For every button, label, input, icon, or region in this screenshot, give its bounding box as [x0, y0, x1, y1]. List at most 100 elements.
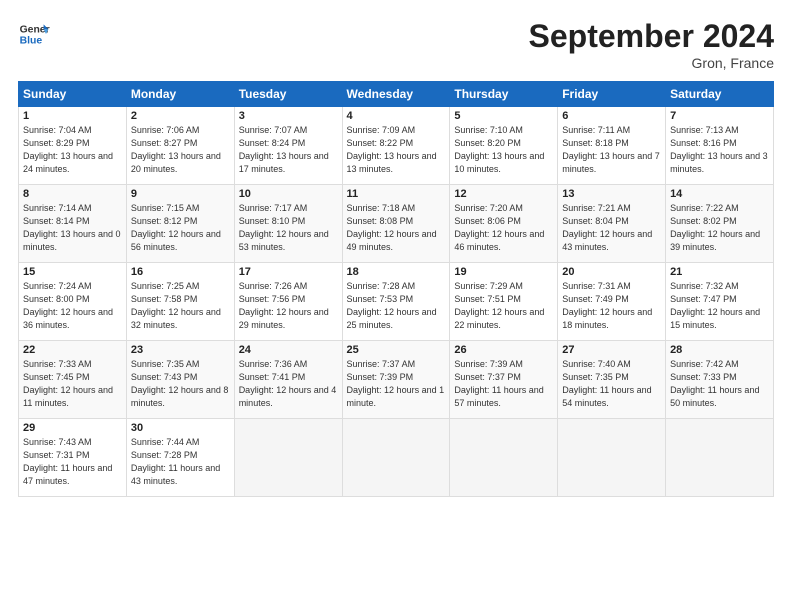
day-number: 13 [562, 188, 661, 200]
day-info: Sunrise: 7:17 AMSunset: 8:10 PMDaylight:… [239, 202, 338, 254]
day-info: Sunrise: 7:32 AMSunset: 7:47 PMDaylight:… [670, 280, 769, 332]
col-friday: Friday [558, 82, 666, 107]
day-number: 8 [23, 188, 122, 200]
day-info: Sunrise: 7:24 AMSunset: 8:00 PMDaylight:… [23, 280, 122, 332]
day-number: 1 [23, 110, 122, 122]
day-number: 10 [239, 188, 338, 200]
calendar-cell [558, 419, 666, 497]
svg-text:Blue: Blue [20, 36, 43, 47]
day-info: Sunrise: 7:44 AMSunset: 7:28 PMDaylight:… [131, 436, 230, 488]
calendar-week-3: 22 Sunrise: 7:33 AMSunset: 7:45 PMDayligh… [19, 341, 774, 419]
day-number: 15 [23, 266, 122, 278]
day-number: 23 [131, 344, 230, 356]
calendar-week-2: 15 Sunrise: 7:24 AMSunset: 8:00 PMDayligh… [19, 263, 774, 341]
day-info: Sunrise: 7:10 AMSunset: 8:20 PMDaylight:… [454, 124, 553, 176]
calendar-cell: 3 Sunrise: 7:07 AMSunset: 8:24 PMDaylight… [234, 107, 342, 185]
day-number: 4 [347, 110, 446, 122]
month-title: September 2024 [529, 18, 774, 55]
day-number: 22 [23, 344, 122, 356]
day-info: Sunrise: 7:22 AMSunset: 8:02 PMDaylight:… [670, 202, 769, 254]
day-number: 30 [131, 422, 230, 434]
calendar-cell: 29Sunrise: 7:43 AMSunset: 7:31 PMDayligh… [19, 419, 127, 497]
calendar-week-4: 29Sunrise: 7:43 AMSunset: 7:31 PMDayligh… [19, 419, 774, 497]
day-info: Sunrise: 7:42 AMSunset: 7:33 PMDaylight:… [670, 358, 769, 410]
day-number: 6 [562, 110, 661, 122]
calendar-week-1: 8 Sunrise: 7:14 AMSunset: 8:14 PMDaylight… [19, 185, 774, 263]
day-number: 16 [131, 266, 230, 278]
day-info: Sunrise: 7:28 AMSunset: 7:53 PMDaylight:… [347, 280, 446, 332]
col-tuesday: Tuesday [234, 82, 342, 107]
day-info: Sunrise: 7:09 AMSunset: 8:22 PMDaylight:… [347, 124, 446, 176]
header-row: Sunday Monday Tuesday Wednesday Thursday… [19, 82, 774, 107]
day-info: Sunrise: 7:15 AMSunset: 8:12 PMDaylight:… [131, 202, 230, 254]
day-number: 18 [347, 266, 446, 278]
title-block: September 2024 Gron, France [529, 18, 774, 71]
logo-icon: General Blue [18, 18, 50, 50]
day-number: 5 [454, 110, 553, 122]
day-number: 14 [670, 188, 769, 200]
day-info: Sunrise: 7:04 AMSunset: 8:29 PMDaylight:… [23, 124, 122, 176]
day-info: Sunrise: 7:37 AMSunset: 7:39 PMDaylight:… [347, 358, 446, 410]
day-number: 12 [454, 188, 553, 200]
day-info: Sunrise: 7:13 AMSunset: 8:16 PMDaylight:… [670, 124, 769, 176]
day-info: Sunrise: 7:14 AMSunset: 8:14 PMDaylight:… [23, 202, 122, 254]
day-number: 28 [670, 344, 769, 356]
day-number: 21 [670, 266, 769, 278]
day-number: 9 [131, 188, 230, 200]
calendar-cell: 28 Sunrise: 7:42 AMSunset: 7:33 PMDayligh… [666, 341, 774, 419]
calendar-page: General Blue September 2024 Gron, France… [0, 0, 792, 612]
day-number: 19 [454, 266, 553, 278]
logo: General Blue [18, 18, 50, 50]
calendar-cell: 9 Sunrise: 7:15 AMSunset: 8:12 PMDaylight… [126, 185, 234, 263]
calendar-week-0: 1 Sunrise: 7:04 AMSunset: 8:29 PMDaylight… [19, 107, 774, 185]
day-number: 20 [562, 266, 661, 278]
col-saturday: Saturday [666, 82, 774, 107]
calendar-cell: 16 Sunrise: 7:25 AMSunset: 7:58 PMDayligh… [126, 263, 234, 341]
col-sunday: Sunday [19, 82, 127, 107]
calendar-cell [234, 419, 342, 497]
day-number: 3 [239, 110, 338, 122]
calendar-cell: 26Sunrise: 7:39 AMSunset: 7:37 PMDayligh… [450, 341, 558, 419]
calendar-cell [342, 419, 450, 497]
calendar-cell: 30 Sunrise: 7:44 AMSunset: 7:28 PMDayligh… [126, 419, 234, 497]
header: General Blue September 2024 Gron, France [18, 18, 774, 71]
calendar-cell: 19 Sunrise: 7:29 AMSunset: 7:51 PMDayligh… [450, 263, 558, 341]
day-info: Sunrise: 7:18 AMSunset: 8:08 PMDaylight:… [347, 202, 446, 254]
day-info: Sunrise: 7:11 AMSunset: 8:18 PMDaylight:… [562, 124, 661, 176]
day-info: Sunrise: 7:25 AMSunset: 7:58 PMDaylight:… [131, 280, 230, 332]
day-info: Sunrise: 7:29 AMSunset: 7:51 PMDaylight:… [454, 280, 553, 332]
day-number: 2 [131, 110, 230, 122]
day-number: 11 [347, 188, 446, 200]
day-info: Sunrise: 7:26 AMSunset: 7:56 PMDaylight:… [239, 280, 338, 332]
calendar-cell: 27Sunrise: 7:40 AMSunset: 7:35 PMDayligh… [558, 341, 666, 419]
day-number: 29 [23, 422, 122, 434]
day-number: 17 [239, 266, 338, 278]
day-number: 26 [454, 344, 553, 356]
day-info: Sunrise: 7:35 AMSunset: 7:43 PMDaylight:… [131, 358, 230, 410]
calendar-cell: 22 Sunrise: 7:33 AMSunset: 7:45 PMDayligh… [19, 341, 127, 419]
day-info: Sunrise: 7:33 AMSunset: 7:45 PMDaylight:… [23, 358, 122, 410]
location: Gron, France [529, 55, 774, 71]
day-info: Sunrise: 7:06 AMSunset: 8:27 PMDaylight:… [131, 124, 230, 176]
day-number: 24 [239, 344, 338, 356]
calendar-table: Sunday Monday Tuesday Wednesday Thursday… [18, 81, 774, 497]
calendar-cell: 18 Sunrise: 7:28 AMSunset: 7:53 PMDayligh… [342, 263, 450, 341]
calendar-cell: 23 Sunrise: 7:35 AMSunset: 7:43 PMDayligh… [126, 341, 234, 419]
calendar-cell: 17 Sunrise: 7:26 AMSunset: 7:56 PMDayligh… [234, 263, 342, 341]
calendar-cell [666, 419, 774, 497]
calendar-cell: 12 Sunrise: 7:20 AMSunset: 8:06 PMDayligh… [450, 185, 558, 263]
col-wednesday: Wednesday [342, 82, 450, 107]
day-number: 7 [670, 110, 769, 122]
calendar-cell: 10 Sunrise: 7:17 AMSunset: 8:10 PMDayligh… [234, 185, 342, 263]
calendar-cell: 15 Sunrise: 7:24 AMSunset: 8:00 PMDayligh… [19, 263, 127, 341]
calendar-cell: 21 Sunrise: 7:32 AMSunset: 7:47 PMDayligh… [666, 263, 774, 341]
day-info: Sunrise: 7:07 AMSunset: 8:24 PMDaylight:… [239, 124, 338, 176]
calendar-cell: 7 Sunrise: 7:13 AMSunset: 8:16 PMDaylight… [666, 107, 774, 185]
calendar-cell: 13Sunrise: 7:21 AMSunset: 8:04 PMDayligh… [558, 185, 666, 263]
col-monday: Monday [126, 82, 234, 107]
day-info: Sunrise: 7:40 AMSunset: 7:35 PMDaylight:… [562, 358, 661, 410]
calendar-cell: 14 Sunrise: 7:22 AMSunset: 8:02 PMDayligh… [666, 185, 774, 263]
calendar-cell: 4 Sunrise: 7:09 AMSunset: 8:22 PMDaylight… [342, 107, 450, 185]
calendar-cell: 5 Sunrise: 7:10 AMSunset: 8:20 PMDaylight… [450, 107, 558, 185]
day-info: Sunrise: 7:20 AMSunset: 8:06 PMDaylight:… [454, 202, 553, 254]
